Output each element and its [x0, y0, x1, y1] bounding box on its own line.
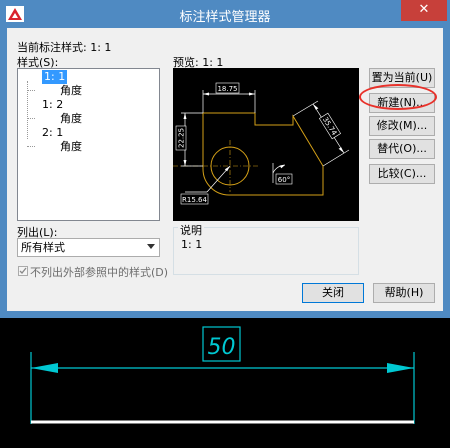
dimension-style-manager-dialog: 标注样式管理器 ✕ 当前标注样式: 1: 1 样式(S): 1: 1 角度 1:…: [0, 0, 450, 318]
description-legend: 说明: [178, 222, 204, 238]
styles-tree[interactable]: 1: 1 角度 1: 2 角度 2: 1 角度: [17, 68, 160, 221]
tree-connector: [27, 118, 35, 119]
exclude-xref-checkbox[interactable]: [18, 266, 28, 276]
tree-connector: [27, 146, 35, 147]
tree-item-style-1-1[interactable]: 1: 1: [42, 70, 68, 84]
list-filter-value: 所有样式: [21, 241, 65, 254]
exclude-xref-label: 不列出外部参照中的样式(D): [30, 266, 169, 279]
close-dialog-button[interactable]: 关闭: [302, 283, 364, 303]
checkmark-icon: [19, 267, 27, 274]
window-title: 标注样式管理器: [179, 10, 271, 25]
compare-styles-button[interactable]: 比较(C)...: [369, 164, 435, 184]
preview-dim-radius: R15.64: [182, 196, 207, 204]
titlebar[interactable]: 标注样式管理器 ✕: [0, 0, 450, 28]
preview-dim-angle: 60°: [278, 176, 290, 184]
preview-dim-left: 22.25: [178, 128, 186, 148]
cad-arrowhead-right: [387, 363, 414, 373]
dialog-client-area: 当前标注样式: 1: 1 样式(S): 1: 1 角度 1: 2 角度 2: 1…: [7, 28, 443, 311]
tree-item-style-1-2[interactable]: 1: 2: [42, 98, 63, 112]
tree-connector: [27, 90, 35, 91]
tree-item-angle[interactable]: 角度: [60, 84, 82, 98]
modify-style-button[interactable]: 修改(M)...: [369, 116, 435, 136]
help-button[interactable]: 帮助(H): [373, 283, 435, 303]
tree-item-angle[interactable]: 角度: [60, 112, 82, 126]
tree-item-style-2-1[interactable]: 2: 1: [42, 126, 63, 140]
close-window-button[interactable]: ✕: [401, 0, 447, 21]
preview-pane: 18.75 22.25 35.74 60° R15.64: [173, 68, 359, 221]
modify-highlight-annotation: [359, 84, 437, 110]
preview-dim-top: 18.75: [217, 85, 237, 93]
cad-dimension-drawing: 50: [30, 326, 415, 424]
tree-item-angle[interactable]: 角度: [60, 140, 82, 154]
list-filter-select[interactable]: 所有样式: [17, 238, 160, 257]
preview-drawing: 18.75 22.25 35.74 60° R15.64: [173, 82, 350, 205]
chevron-down-icon: [147, 244, 155, 249]
current-style-label: 当前标注样式: 1: 1: [17, 41, 112, 54]
cad-arrowhead-left: [31, 363, 58, 373]
cad-dimension-value[interactable]: 50: [208, 335, 236, 360]
description-text: 1: 1: [181, 238, 203, 251]
override-style-button[interactable]: 替代(O)...: [369, 139, 435, 159]
cad-drawing-area[interactable]: 50: [0, 318, 450, 448]
